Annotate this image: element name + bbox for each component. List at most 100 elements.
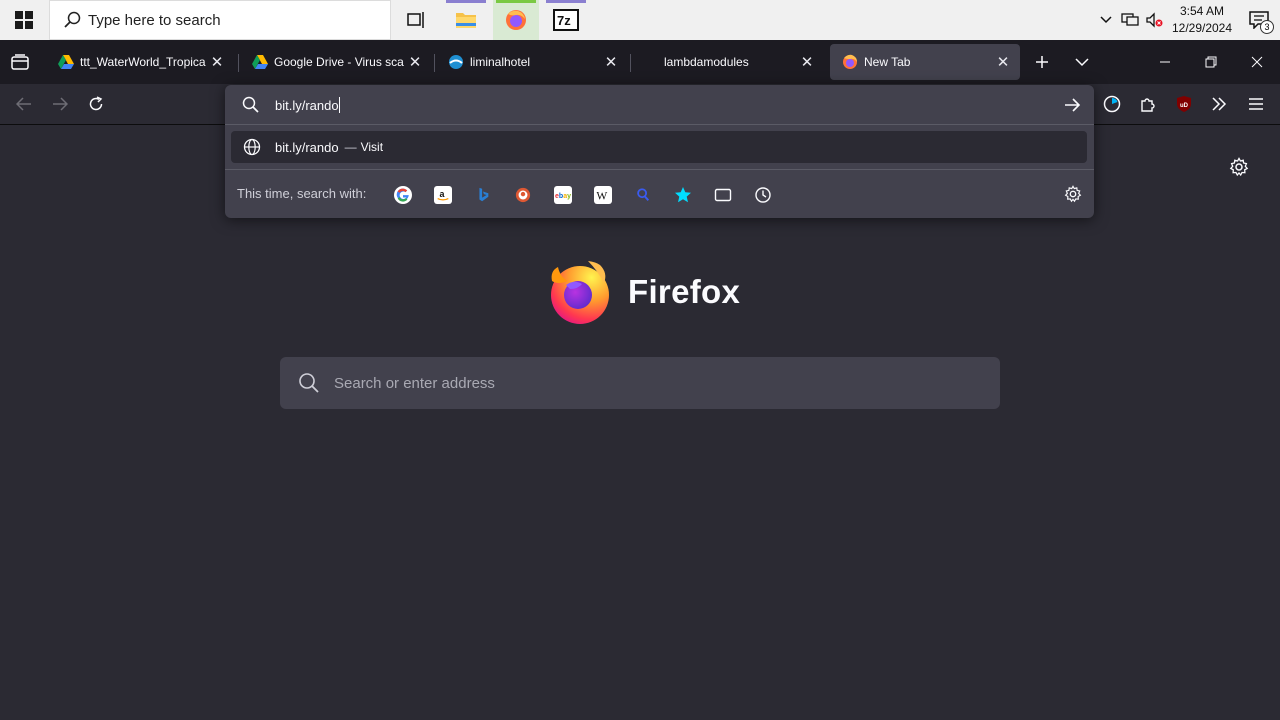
tab-close-icon[interactable]: ✕ — [600, 51, 622, 73]
new-tab-button[interactable] — [1024, 44, 1060, 80]
task-view-icon — [407, 12, 424, 28]
svg-text:W: W — [596, 190, 607, 202]
minimize-button[interactable] — [1142, 40, 1188, 84]
firefox-view-icon — [11, 54, 29, 70]
7zip-icon: 7z — [553, 9, 579, 31]
plus-icon — [1036, 56, 1048, 68]
puzzle-icon — [1141, 98, 1155, 112]
network-icon[interactable] — [1118, 0, 1142, 40]
svg-text:7z: 7z — [557, 13, 571, 28]
search-engine-icon[interactable] — [634, 186, 652, 204]
taskbar-clock[interactable]: 3:54 AM 12/29/2024 — [1166, 3, 1238, 37]
tab-waterworld[interactable]: ttt_WaterWorld_Tropical.zi ✕ — [46, 44, 234, 80]
tab-title: Google Drive - Virus scan — [274, 55, 404, 69]
tab-title: ttt_WaterWorld_Tropical.zi — [80, 55, 206, 69]
url-input-row[interactable]: bit.ly/rando — [225, 85, 1094, 125]
history-clock-icon[interactable] — [754, 186, 772, 204]
url-input[interactable]: bit.ly/rando — [275, 97, 340, 113]
ublock-origin-button[interactable]: uD — [1168, 88, 1200, 120]
tabs-icon[interactable] — [714, 186, 732, 204]
newtab-search-box[interactable]: Search or enter address — [280, 357, 1000, 409]
gear-icon[interactable] — [1064, 185, 1082, 203]
newtab-settings-gear-icon[interactable] — [1229, 157, 1249, 177]
reload-button[interactable] — [80, 88, 112, 120]
tab-close-icon[interactable]: ✕ — [206, 51, 228, 73]
google-drive-icon — [58, 54, 74, 70]
volume-muted-icon[interactable] — [1142, 0, 1166, 40]
back-button[interactable] — [8, 88, 40, 120]
firefox-logo: Firefox — [548, 258, 748, 326]
firefox-view-button[interactable] — [0, 40, 40, 84]
firefox-icon — [842, 54, 858, 70]
tab-google-drive[interactable]: Google Drive - Virus scan ✕ — [240, 44, 432, 80]
tab-close-icon[interactable]: ✕ — [796, 51, 818, 73]
start-button[interactable] — [0, 0, 48, 40]
tab-title: liminalhotel — [470, 55, 531, 69]
search-with-label: This time, search with: — [237, 186, 367, 201]
globe-icon — [243, 138, 261, 156]
wikipedia-engine-icon[interactable]: W — [594, 186, 612, 204]
urlbar-result-visit[interactable]: bit.ly/rando — Visit — [231, 131, 1087, 163]
app-menu-button[interactable] — [1240, 88, 1272, 120]
google-engine-icon[interactable] — [394, 186, 412, 204]
tab-new-tab[interactable]: New Tab ✕ — [830, 44, 1020, 80]
folder-icon — [456, 13, 476, 28]
bookmarks-star-icon[interactable] — [674, 186, 692, 204]
list-all-tabs-button[interactable] — [1064, 44, 1100, 80]
file-explorer-button[interactable] — [443, 0, 489, 40]
clock-date: 12/29/2024 — [1171, 21, 1233, 35]
firefox-taskbar-button[interactable] — [493, 0, 539, 40]
svg-text:a: a — [439, 189, 444, 199]
go-arrow-icon[interactable] — [1062, 95, 1082, 115]
ebay-engine-icon[interactable]: ebay — [554, 186, 572, 204]
windows-taskbar: Type here to search 7z 3:54 AM 12/29/202… — [0, 0, 1280, 40]
bing-engine-icon[interactable] — [474, 186, 492, 204]
chevron-up-icon[interactable] — [1094, 0, 1118, 40]
tab-close-icon[interactable]: ✕ — [404, 51, 426, 73]
taskbar-search-placeholder: Type here to search — [88, 11, 221, 29]
double-chevron-icon — [1212, 97, 1227, 111]
search-with-bar: This time, search with: a ebay W — [225, 169, 1094, 218]
tab-title: New Tab — [864, 55, 911, 69]
notification-count-badge: 3 — [1260, 20, 1274, 34]
amazon-engine-icon[interactable]: a — [434, 186, 452, 204]
extensions-button[interactable] — [1132, 88, 1164, 120]
back-arrow-icon — [16, 97, 31, 111]
restore-button[interactable] — [1188, 40, 1234, 84]
url-input-value: bit.ly/rando — [275, 98, 339, 113]
urlbar-popup: bit.ly/rando bit.ly/rando — Visit This t… — [225, 85, 1094, 218]
tab-liminalhotel[interactable]: liminalhotel ✕ — [436, 44, 628, 80]
tab-close-icon[interactable]: ✕ — [992, 51, 1014, 73]
blank-favicon — [644, 54, 658, 70]
close-icon — [1251, 56, 1263, 68]
windows-logo-icon — [15, 11, 33, 29]
ublock-icon: uD — [1177, 96, 1191, 112]
7zip-taskbar-button[interactable]: 7z — [543, 0, 589, 40]
forward-arrow-icon — [53, 97, 68, 111]
newtab-search-placeholder: Search or enter address — [334, 374, 495, 392]
tab-strip: ttt_WaterWorld_Tropical.zi ✕ Google Driv… — [0, 40, 1280, 84]
restore-icon — [1205, 56, 1217, 68]
tab-lambdamodules[interactable]: lambdamodules ✕ — [632, 44, 824, 80]
overflow-menu-button[interactable] — [1203, 88, 1235, 120]
clock-time: 3:54 AM — [1179, 4, 1225, 18]
firefox-wordmark: Firefox — [628, 273, 741, 310]
minimize-icon — [1160, 61, 1170, 63]
tab-separator — [434, 54, 435, 72]
text-caret — [338, 97, 340, 113]
duckduckgo-engine-icon[interactable] — [514, 186, 532, 204]
search-icon — [64, 11, 81, 28]
close-window-button[interactable] — [1234, 40, 1280, 84]
pie-clock-icon — [1103, 95, 1121, 113]
task-view-button[interactable] — [393, 0, 439, 40]
extension-button[interactable] — [1096, 88, 1128, 120]
tab-separator — [630, 54, 631, 72]
svg-text:uD: uD — [1180, 103, 1189, 109]
system-tray: 3:54 AM 12/29/2024 3 — [1094, 0, 1280, 40]
result-url-text: bit.ly/rando — [275, 139, 339, 155]
action-center-button[interactable]: 3 — [1238, 0, 1280, 40]
reload-icon — [89, 96, 103, 111]
forward-button[interactable] — [44, 88, 76, 120]
result-action-label: Visit — [360, 140, 384, 154]
taskbar-search-box[interactable]: Type here to search — [49, 0, 391, 40]
